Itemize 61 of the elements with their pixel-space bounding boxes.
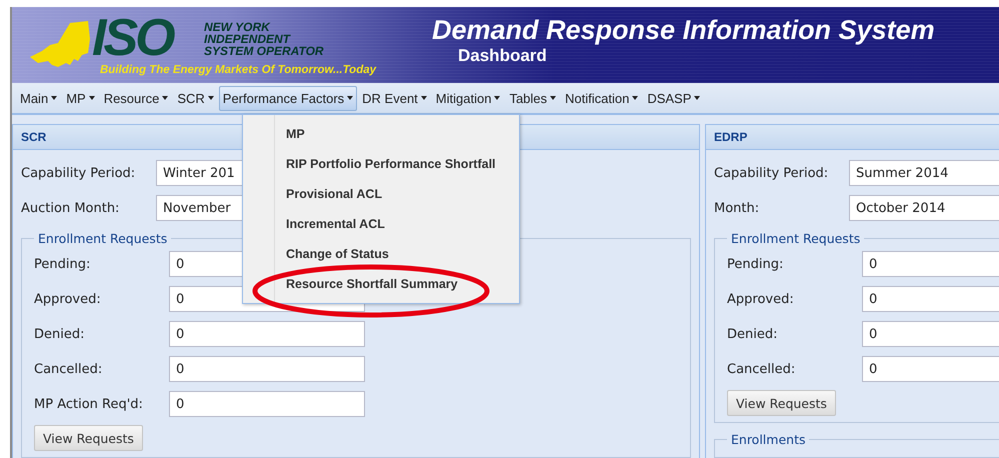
field-label: Cancelled: xyxy=(727,362,796,376)
dropdown-item[interactable]: Incremental ACL xyxy=(243,216,519,232)
field-label: MP Action Req'd: xyxy=(34,396,144,412)
logo-name-line: NEW YORK xyxy=(204,21,272,33)
field-label: Pending: xyxy=(727,256,784,272)
field-label: Pending: xyxy=(34,256,92,272)
dropdown-item[interactable]: Change of Status xyxy=(243,246,519,262)
count-field[interactable]: 0 xyxy=(169,356,365,382)
group-legend: Enrollments xyxy=(727,432,810,447)
count-field[interactable]: 0 xyxy=(169,391,365,417)
view-requests-button[interactable]: View Requests xyxy=(34,425,143,451)
field-label: Denied: xyxy=(727,326,778,342)
caret-icon xyxy=(208,96,214,100)
count-field[interactable]: 0 xyxy=(862,356,999,382)
dropdown-item[interactable]: Provisional ACL xyxy=(243,186,519,202)
count-field[interactable]: 0 xyxy=(862,321,999,347)
logo-tagline: Building The Energy Markets Of Tomorrow...Today xyxy=(100,64,376,76)
field-label: Capability Period: xyxy=(21,166,136,180)
field-label: Cancelled: xyxy=(34,362,104,376)
caret-icon xyxy=(550,96,556,100)
page-subtitle: Dashboard xyxy=(458,46,548,66)
caret-icon xyxy=(88,96,95,100)
menu-item[interactable]: Mitigation xyxy=(432,86,504,110)
caret-icon xyxy=(694,96,700,100)
field-label: Month: xyxy=(714,200,760,216)
field-label: Capability Period: xyxy=(714,166,830,180)
menu-item[interactable]: Resource xyxy=(100,86,172,110)
caret-icon xyxy=(494,96,500,100)
logo-name-line: SYSTEM OPERATOR xyxy=(204,45,324,57)
caret-icon xyxy=(51,96,58,100)
caret-icon xyxy=(347,96,354,100)
caret-icon xyxy=(162,96,168,100)
view-requests-button[interactable]: View Requests xyxy=(727,390,836,416)
menu-item[interactable]: SCR xyxy=(173,86,218,110)
count-field[interactable]: 0 xyxy=(862,286,999,312)
field-label: Auction Month: xyxy=(21,200,120,216)
select-field[interactable]: Summer 2014 xyxy=(849,160,999,186)
logo-letters: ISO xyxy=(92,15,173,61)
menu-item[interactable]: DR Event xyxy=(358,86,431,110)
menu-item[interactable]: MP xyxy=(62,86,99,110)
state-map-icon xyxy=(30,21,90,69)
count-field[interactable]: 0 xyxy=(862,251,999,277)
logo-name-line: INDEPENDENT xyxy=(204,33,292,45)
dropdown-item[interactable]: MP xyxy=(243,126,519,142)
field-label: Denied: xyxy=(34,326,86,342)
group-legend: Enrollment Requests xyxy=(34,231,172,246)
panel-title: EDRP xyxy=(706,125,999,150)
group-legend: Enrollment Requests xyxy=(727,231,864,246)
dropdown-item[interactable]: RIP Portfolio Performance Shortfall xyxy=(243,156,519,172)
app-title: Demand Response Information System xyxy=(432,15,935,46)
menu-item[interactable]: Tables xyxy=(505,86,560,110)
select-field[interactable]: October 2014 xyxy=(849,195,999,221)
field-label: Approved: xyxy=(34,292,102,306)
field-label: Approved: xyxy=(727,292,795,306)
menu-item[interactable]: Performance Factors xyxy=(218,86,358,110)
caret-icon xyxy=(632,96,638,100)
caret-icon xyxy=(420,96,427,100)
menu-item[interactable]: Notification xyxy=(561,86,642,110)
menu-item[interactable]: DSASP xyxy=(643,86,704,110)
count-field[interactable]: 0 xyxy=(169,321,365,347)
menu-item[interactable]: Main xyxy=(16,86,62,110)
